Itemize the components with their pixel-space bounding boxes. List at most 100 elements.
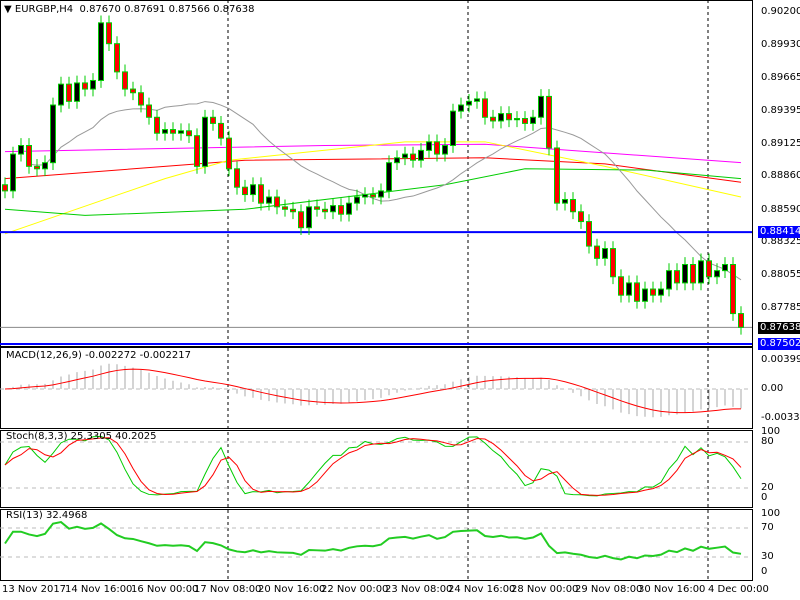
candle-body [378, 190, 384, 198]
candle-body [642, 288, 648, 302]
candle-body [442, 144, 448, 155]
candle-body [346, 202, 352, 215]
candle-body [666, 270, 672, 290]
candle-body [146, 104, 152, 118]
price-tick-label: 0.87785 [761, 302, 800, 314]
candle-body [562, 198, 568, 204]
candle-body [586, 221, 592, 247]
macd-tick-label: 0.003999 [761, 354, 800, 365]
price-tick-label: 0.88860 [761, 170, 800, 182]
rsi-tick-label: 70 [761, 522, 774, 533]
time-tick-label: 4 Dec 00:00 [708, 584, 769, 595]
chart-canvas[interactable] [0, 0, 800, 600]
candle-body [546, 95, 552, 149]
candle-body [130, 88, 136, 94]
candle-body [738, 313, 744, 328]
candle-body [490, 116, 496, 122]
time-tick-label: 24 Nov 16:00 [448, 584, 516, 595]
stoch-tick-label: 80 [761, 436, 774, 447]
candle-body [626, 282, 632, 296]
stoch-signal-line [4, 437, 742, 496]
candle-body [34, 165, 40, 170]
candle-body [594, 245, 600, 259]
candle-body [2, 184, 8, 192]
rsi-tick-label: 100 [761, 508, 781, 519]
candle-body [450, 110, 456, 146]
candle-body [362, 194, 368, 198]
candle-body [402, 153, 408, 159]
candle-body [154, 116, 160, 134]
candle-body [458, 104, 464, 112]
candle-body [610, 248, 616, 278]
candle-body [218, 122, 224, 139]
candle-body [18, 144, 24, 155]
time-tick-label: 22 Nov 00:00 [321, 584, 389, 595]
candle-body [250, 184, 256, 196]
candle-body [602, 248, 608, 259]
candle-body [706, 260, 712, 278]
candle-body [530, 116, 536, 124]
symbol-label: EURGBP,H4 [14, 4, 74, 15]
stoch-tick-label: 0 [761, 492, 768, 503]
candle-body [474, 98, 480, 102]
candle-body [418, 149, 424, 161]
candle-body [498, 113, 504, 122]
candle-body [570, 198, 576, 213]
candle-body [178, 130, 184, 134]
candle-body [266, 196, 272, 204]
candle-body [658, 288, 664, 296]
candle-body [410, 153, 416, 161]
candle-body [522, 118, 528, 124]
candle-body [234, 168, 240, 188]
candle-body [330, 205, 336, 213]
candle-body [202, 116, 208, 167]
candle-body [282, 206, 288, 210]
price-tick-label: 0.88590 [761, 203, 800, 215]
candle-body [690, 264, 696, 284]
candle-body [322, 208, 328, 213]
candle-body [434, 141, 440, 155]
candle-body [82, 82, 88, 90]
ohlc-values: 0.87670 0.87691 0.87566 0.87638 [79, 4, 255, 15]
candle-body [650, 288, 656, 296]
candle-body [554, 147, 560, 204]
rsi-tick-label: 30 [761, 551, 774, 562]
candle-body [698, 260, 704, 284]
candle-body [482, 98, 488, 118]
current-price-tag: 0.87638 [758, 322, 800, 334]
candle-body [226, 137, 232, 170]
macd-tick-label: 0.00 [761, 383, 784, 394]
time-tick-label: 16 Nov 00:00 [131, 584, 199, 595]
candle-body [730, 264, 736, 315]
time-tick-label: 30 Nov 16:00 [638, 584, 706, 595]
level-tag-lower: 0.87502 [758, 338, 800, 350]
time-tick-label: 28 Nov 00:00 [511, 584, 579, 595]
trading-chart-window[interactable]: ▼ EURGBP,H4 0.87670 0.87691 0.87566 0.87… [0, 0, 800, 600]
candle-body [90, 79, 96, 90]
rsi-tick-label: 0 [761, 566, 768, 577]
price-tick-label: 0.89930 [761, 39, 800, 51]
candle-body [466, 100, 472, 106]
candle-body [274, 196, 280, 208]
candle-body [506, 113, 512, 121]
price-tick-label: 0.90200 [761, 6, 800, 17]
candle-body [42, 162, 48, 170]
macd-label: MACD(12,26,9) -0.002272 -0.002217 [6, 350, 191, 361]
sma-line [28, 101, 742, 281]
candle-body [114, 43, 120, 73]
candle-body [314, 206, 320, 210]
candle-body [74, 82, 80, 102]
candle-body [674, 270, 680, 284]
candle-body [194, 135, 200, 167]
time-tick-label: 29 Nov 08:00 [575, 584, 643, 595]
candle-body [682, 264, 688, 284]
candle-body [258, 184, 264, 204]
macd-tick-label: -0.003351 [761, 412, 800, 423]
rsi-label: RSI(13) 32.4968 [6, 510, 88, 521]
candle-body [170, 129, 176, 134]
price-tick-label: 0.89395 [761, 104, 800, 116]
candle-body [290, 208, 296, 213]
candle-body [138, 92, 144, 106]
stoch-label: Stoch(8,3,3) 25.3305 40.2025 [6, 431, 157, 442]
candle-body [634, 282, 640, 302]
